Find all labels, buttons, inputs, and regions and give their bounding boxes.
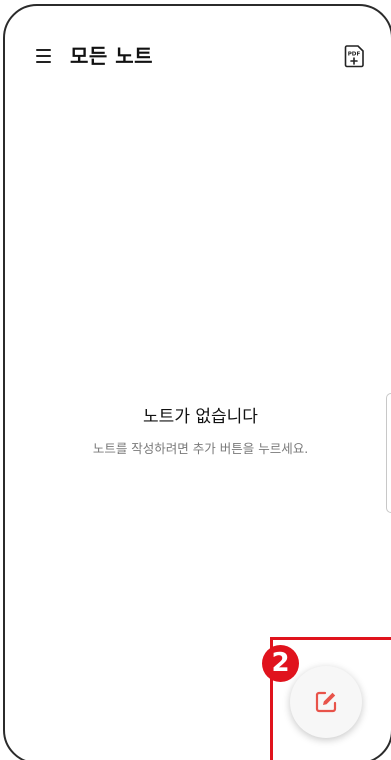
step-number-badge: 2 [262,645,299,682]
edit-pencil-icon [315,691,337,713]
edge-panel-handle[interactable] [386,393,391,513]
menu-button[interactable] [35,47,55,65]
page-title: 모든 노트 [70,44,154,68]
hamburger-menu-icon [36,61,51,63]
hamburger-menu-icon [36,55,51,57]
pdf-import-icon: PDF [344,45,364,68]
screen: 모든 노트 PDF 노트가 없습니다 노트를 작성하려면 추가 버튼을 누르세요… [0,0,391,760]
pdf-import-button[interactable]: PDF [344,44,366,68]
add-note-button[interactable] [290,666,362,738]
empty-state-title: 노트가 없습니다 [143,407,258,427]
app-header: 모든 노트 PDF [5,6,391,106]
pdf-icon-label: PDF [348,52,361,58]
empty-state-subtitle: 노트를 작성하려면 추가 버튼을 누르세요. [92,441,309,456]
hamburger-menu-icon [36,49,51,51]
